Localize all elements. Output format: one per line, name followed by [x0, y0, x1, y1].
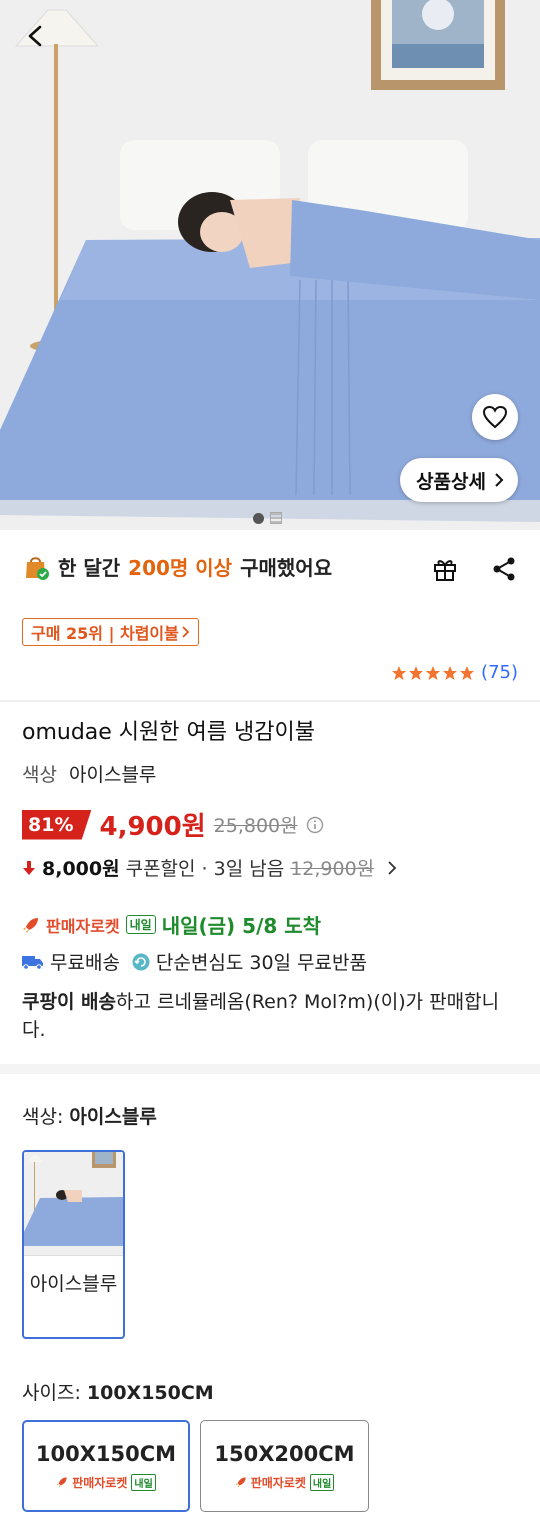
color-heading-value: 아이스블루: [69, 1106, 157, 1128]
seller-info: 쿠팡이 배송하고 르네뮬레옴(Ren? Mol?m)(이)가 판매합니다.: [22, 988, 518, 1044]
chevron-right-icon: [388, 860, 397, 875]
sale-price: 4,900원: [99, 812, 206, 842]
size-option-100x150[interactable]: 100X150CM 판매자로켓 내일: [22, 1420, 190, 1512]
free-return-text: 단순변심도 30일 무료반품: [155, 952, 367, 974]
arrival-date: 내일(금) 5/8 도착: [161, 914, 322, 938]
share-button[interactable]: [492, 556, 516, 586]
back-button[interactable]: [14, 14, 58, 58]
seller-delivery-bold: 쿠팡이 배송: [22, 991, 117, 1013]
chevron-right-icon: [182, 626, 190, 638]
carousel-dot-active: [253, 512, 264, 524]
rocket-icon: [56, 1477, 67, 1488]
share-icon: [493, 557, 515, 581]
carousel-indicator: [253, 512, 282, 524]
coupon-original-price: 12,900원: [290, 858, 375, 880]
ranking-text: 구매 25위 | 차렵이불: [31, 624, 179, 643]
product-title: omudae 시원한 여름 냉감이불: [22, 720, 315, 745]
heart-icon: [482, 405, 508, 429]
star-rating: [391, 665, 475, 681]
coupon-amount: 8,000원: [42, 858, 120, 880]
rocket-icon: [235, 1477, 246, 1488]
free-shipping-row: 무료배송 단순변심도 30일 무료반품: [22, 948, 367, 975]
size-heading-value: 100X150CM: [86, 1382, 214, 1404]
monthly-purchase-info: 한 달간 200명 이상 구매했어요: [22, 552, 332, 581]
chevron-right-icon: [495, 473, 504, 487]
size-option-delivery: 판매자로켓 내일: [56, 1473, 156, 1491]
carousel-dot-video: [270, 512, 282, 524]
ranking-badge[interactable]: 구매 25위 | 차렵이불: [22, 618, 199, 646]
star-icon: [443, 665, 458, 680]
tomorrow-badge: 내일: [125, 915, 156, 934]
color-value: 아이스블루: [69, 764, 157, 786]
review-count: (75): [481, 662, 518, 683]
seller-rocket-label: 판매자로켓: [46, 916, 120, 936]
down-arrow-icon: [23, 860, 35, 875]
rating-summary[interactable]: (75): [391, 662, 518, 683]
product-detail-label: 상품상세: [416, 470, 486, 493]
back-icon: [28, 25, 42, 47]
price-row: 81% 4,900원 25,800원: [22, 806, 324, 843]
info-icon[interactable]: [306, 816, 324, 834]
size-heading-label: 사이즈:: [22, 1382, 81, 1404]
size-option-label: 150X200CM: [214, 1441, 355, 1466]
product-photo: [0, 0, 540, 530]
gift-button[interactable]: [432, 556, 458, 586]
size-option-label: 100X150CM: [35, 1441, 177, 1466]
size-option-150x200[interactable]: 150X200CM 판매자로켓 내일: [200, 1420, 369, 1512]
purchase-suffix: 구매했어요: [240, 556, 333, 580]
star-icon: [426, 665, 441, 680]
favorite-button[interactable]: [472, 394, 518, 440]
color-option-image: [24, 1152, 123, 1255]
return-icon: [132, 953, 150, 970]
options-section: 색상: 아이스블루 아이스블루 사이즈: 100X150CM 100X150CM: [0, 1074, 540, 1514]
color-option-label: 아이스블루: [29, 1273, 118, 1295]
product-detail-button[interactable]: 상품상세: [400, 458, 518, 502]
size-option-badge: 내일: [309, 1473, 335, 1491]
star-icon: [409, 665, 424, 680]
truck-icon: [22, 955, 43, 970]
star-icon: [392, 665, 407, 680]
rocket-icon: [23, 917, 38, 933]
size-option-heading: 사이즈: 100X150CM: [22, 1378, 214, 1405]
color-heading-label: 색상:: [22, 1106, 64, 1128]
size-option-badge: 내일: [131, 1473, 156, 1491]
shopping-bag-icon: [26, 556, 49, 580]
gift-icon: [434, 560, 456, 581]
product-info-section: omudae 시원한 여름 냉감이불 색상 아이스블루 81% 4,900원 2…: [0, 702, 540, 1074]
color-option-thumbnail: [24, 1152, 123, 1256]
star-icon: [460, 665, 475, 680]
size-option-delivery: 판매자로켓 내일: [235, 1473, 335, 1491]
coupon-text: 쿠폰할인 · 3일 남음: [125, 858, 285, 880]
discount-badge: 81%: [22, 809, 92, 840]
purchase-summary-section: 한 달간 200명 이상 구매했어요 구매 25위 | 차렵이불 (75): [0, 530, 540, 702]
purchase-count: 200명 이상: [128, 556, 233, 580]
free-delivery-text: 무료배송: [50, 952, 120, 974]
product-image-carousel[interactable]: 상품상세: [0, 0, 540, 530]
color-option-heading: 색상: 아이스블루: [22, 1102, 157, 1129]
delivery-eta-row: 판매자로켓 내일 내일(금) 5/8 도착: [22, 910, 321, 939]
size-option-rocket: 판매자로켓: [72, 1475, 128, 1490]
coupon-discount-row[interactable]: 8,000원 쿠폰할인 · 3일 남음 12,900원: [22, 854, 398, 881]
color-label: 색상: [22, 764, 57, 786]
color-option-card[interactable]: 아이스블루: [22, 1150, 125, 1339]
selected-color-line: 색상 아이스블루: [22, 760, 156, 787]
original-price: 25,800원: [213, 815, 298, 837]
purchase-prefix: 한 달간: [58, 556, 121, 580]
size-option-rocket: 판매자로켓: [250, 1475, 306, 1490]
